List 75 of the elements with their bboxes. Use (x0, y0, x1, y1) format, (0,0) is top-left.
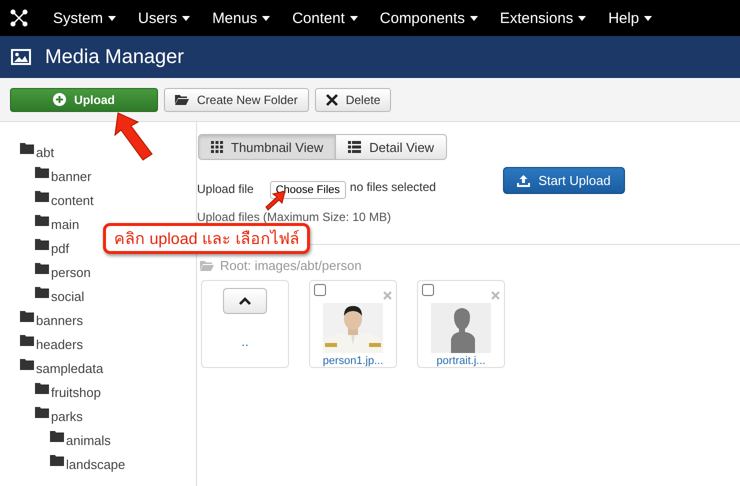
caret-icon (108, 16, 116, 20)
folder-icon (35, 239, 49, 250)
menu-item[interactable]: Menus (201, 0, 282, 36)
caret-icon (578, 16, 586, 20)
image-icon (11, 49, 31, 65)
file-status: no files selected (350, 180, 436, 194)
grid-icon (211, 141, 223, 153)
logo-icon[interactable] (10, 9, 28, 27)
caret-icon (350, 16, 358, 20)
close-icon (326, 94, 338, 106)
folder-icon (35, 383, 49, 394)
folder-name[interactable]: social (51, 289, 84, 304)
file-name[interactable]: person1.jp... (322, 355, 384, 367)
folder-icon (200, 260, 214, 270)
plus-icon (53, 93, 66, 106)
image-card[interactable]: person1.jp... (309, 280, 397, 368)
folder-name[interactable]: pdf (51, 241, 70, 256)
folder-icon (35, 191, 49, 202)
menu-item[interactable]: Components (368, 0, 489, 36)
folder-name[interactable]: animals (66, 433, 111, 448)
folder-icon (35, 287, 49, 298)
folder-icon (35, 215, 49, 226)
caret-icon (470, 16, 478, 20)
field-label: Upload file (197, 182, 254, 196)
list-icon (348, 141, 362, 153)
folder-icon (35, 167, 49, 178)
menu-item[interactable]: Extensions (488, 0, 598, 36)
up-button[interactable] (223, 288, 267, 314)
folder-name[interactable]: banner (51, 169, 92, 184)
silhouette-icon (431, 303, 491, 353)
folder-icon (20, 143, 34, 154)
start-upload-button[interactable]: Start Upload (502, 167, 625, 194)
parent-folder-link[interactable]: .. (241, 334, 249, 349)
menu-item[interactable]: System (42, 0, 128, 36)
folder-name[interactable]: parks (51, 409, 83, 424)
breadcrumb: Root: images/abt/person (220, 258, 362, 272)
image-card[interactable]: portrait.j... (417, 280, 505, 368)
menu-item[interactable]: Users (127, 0, 202, 36)
page-title: Media Manager (45, 46, 184, 68)
caret-icon (262, 16, 270, 20)
parent-folder-card[interactable]: .. (201, 280, 289, 368)
folder-name[interactable]: person (51, 265, 91, 280)
select-checkbox[interactable] (422, 284, 434, 296)
view-tab[interactable]: Detail View (336, 134, 448, 160)
folder-icon (35, 407, 49, 418)
delete-button[interactable]: Delete (314, 88, 392, 112)
caret-icon (644, 16, 652, 20)
folder-icon (20, 311, 34, 322)
folder-name[interactable]: content (51, 193, 94, 208)
select-checkbox[interactable] (314, 284, 326, 296)
annotation-arrow (114, 112, 153, 161)
folder-icon (20, 335, 34, 346)
folder-name[interactable]: landscape (66, 457, 126, 472)
folder-icon (20, 359, 34, 370)
folder-name[interactable]: sampledata (36, 361, 104, 376)
folder-name[interactable]: main (51, 217, 80, 232)
view-tab[interactable]: Thumbnail View (198, 134, 336, 160)
folder-button[interactable]: Create New Folder (164, 88, 309, 112)
upload-button[interactable]: Upload (10, 88, 158, 112)
menu-item[interactable]: Content (281, 0, 369, 36)
upload-note: Upload files (Maximum Size: 10 MB) (197, 210, 392, 226)
upload-icon (517, 174, 530, 186)
folder-name[interactable]: headers (36, 337, 83, 352)
file-name[interactable]: portrait.j... (436, 355, 486, 367)
folder-icon (50, 431, 64, 442)
annotation-callout: คลิก upload และ เลือกไฟล์ (103, 223, 310, 254)
menu-item[interactable]: Help (597, 0, 664, 36)
folder-icon (175, 94, 189, 105)
chevron-up-icon (239, 297, 251, 305)
folder-icon (50, 455, 64, 466)
folder-name[interactable]: banners (36, 313, 83, 328)
folder-name[interactable]: abt (36, 145, 54, 160)
folder-icon (35, 263, 49, 274)
caret-icon (182, 16, 190, 20)
folder-name[interactable]: fruitshop (51, 385, 101, 400)
